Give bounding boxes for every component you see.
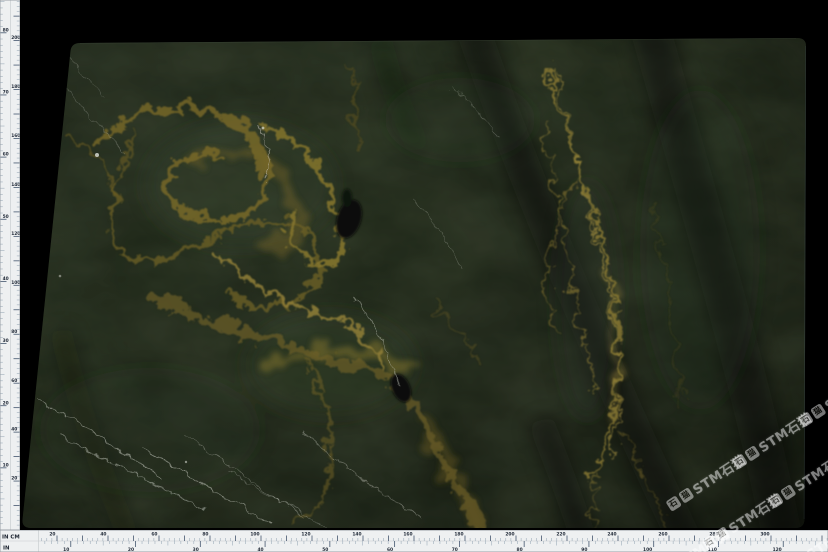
- svg-text:120: 120: [301, 531, 310, 537]
- svg-text:70: 70: [452, 547, 458, 552]
- svg-text:120: 120: [11, 231, 20, 237]
- svg-text:40: 40: [3, 276, 9, 282]
- svg-text:20: 20: [49, 531, 55, 537]
- slab-surface: [0, 10, 828, 552]
- svg-text:260: 260: [658, 531, 667, 537]
- svg-text:10: 10: [63, 547, 69, 552]
- svg-text:180: 180: [454, 531, 463, 537]
- slab-photo: [0, 0, 828, 552]
- svg-text:140: 140: [352, 531, 361, 537]
- svg-text:240: 240: [607, 531, 616, 537]
- svg-text:110: 110: [708, 547, 717, 552]
- slab-scan-viewer: 1020304050607080204060801001201401601802…: [0, 0, 828, 552]
- svg-text:20: 20: [128, 547, 134, 552]
- svg-text:50: 50: [3, 214, 9, 220]
- svg-text:20: 20: [11, 476, 17, 482]
- corner-unit-label-1: IN CM: [2, 535, 20, 541]
- svg-text:60: 60: [387, 547, 393, 552]
- svg-text:180: 180: [11, 84, 20, 90]
- svg-text:80: 80: [3, 27, 9, 33]
- svg-text:80: 80: [202, 531, 208, 537]
- svg-text:100: 100: [11, 280, 20, 286]
- svg-text:60: 60: [151, 531, 157, 537]
- svg-text:60: 60: [3, 152, 9, 158]
- ruler-ticks: 20 40 60 80 100 120 140 160 180 200 220 240 260 280 30…: [0, 530, 828, 552]
- svg-text:160: 160: [403, 531, 412, 537]
- svg-text:140: 140: [11, 182, 20, 188]
- svg-text:20: 20: [3, 400, 9, 406]
- svg-text:200: 200: [505, 531, 514, 537]
- svg-text:60: 60: [11, 378, 17, 384]
- svg-text:10: 10: [3, 462, 9, 468]
- svg-text:220: 220: [556, 531, 565, 537]
- svg-text:200: 200: [11, 35, 20, 41]
- svg-text:100: 100: [643, 547, 652, 552]
- svg-text:160: 160: [11, 133, 20, 139]
- svg-text:40: 40: [11, 427, 17, 433]
- svg-text:30: 30: [193, 547, 199, 552]
- svg-text:50: 50: [322, 547, 328, 552]
- svg-text:70: 70: [3, 90, 9, 96]
- horizontal-ruler: 20 40 60 80 100 120 140 160 180 200 220 240 260 280 30…: [0, 530, 828, 552]
- svg-text:100: 100: [250, 531, 259, 537]
- svg-text:90: 90: [581, 547, 587, 552]
- svg-text:80: 80: [517, 547, 523, 552]
- svg-text:40: 40: [257, 547, 263, 552]
- svg-text:80: 80: [11, 329, 17, 335]
- svg-text:120: 120: [773, 547, 782, 552]
- corner-unit-label-2: IN: [3, 546, 10, 552]
- svg-text:40: 40: [100, 531, 106, 537]
- svg-text:30: 30: [3, 338, 9, 344]
- svg-text:280: 280: [709, 531, 718, 537]
- slab-vignette: [0, 20, 828, 552]
- vertical-ruler: 10 20 30 40 50 60 70 80 20 40 60 80 100 120 140 160 180 2…: [0, 0, 20, 530]
- svg-text:300: 300: [760, 531, 769, 537]
